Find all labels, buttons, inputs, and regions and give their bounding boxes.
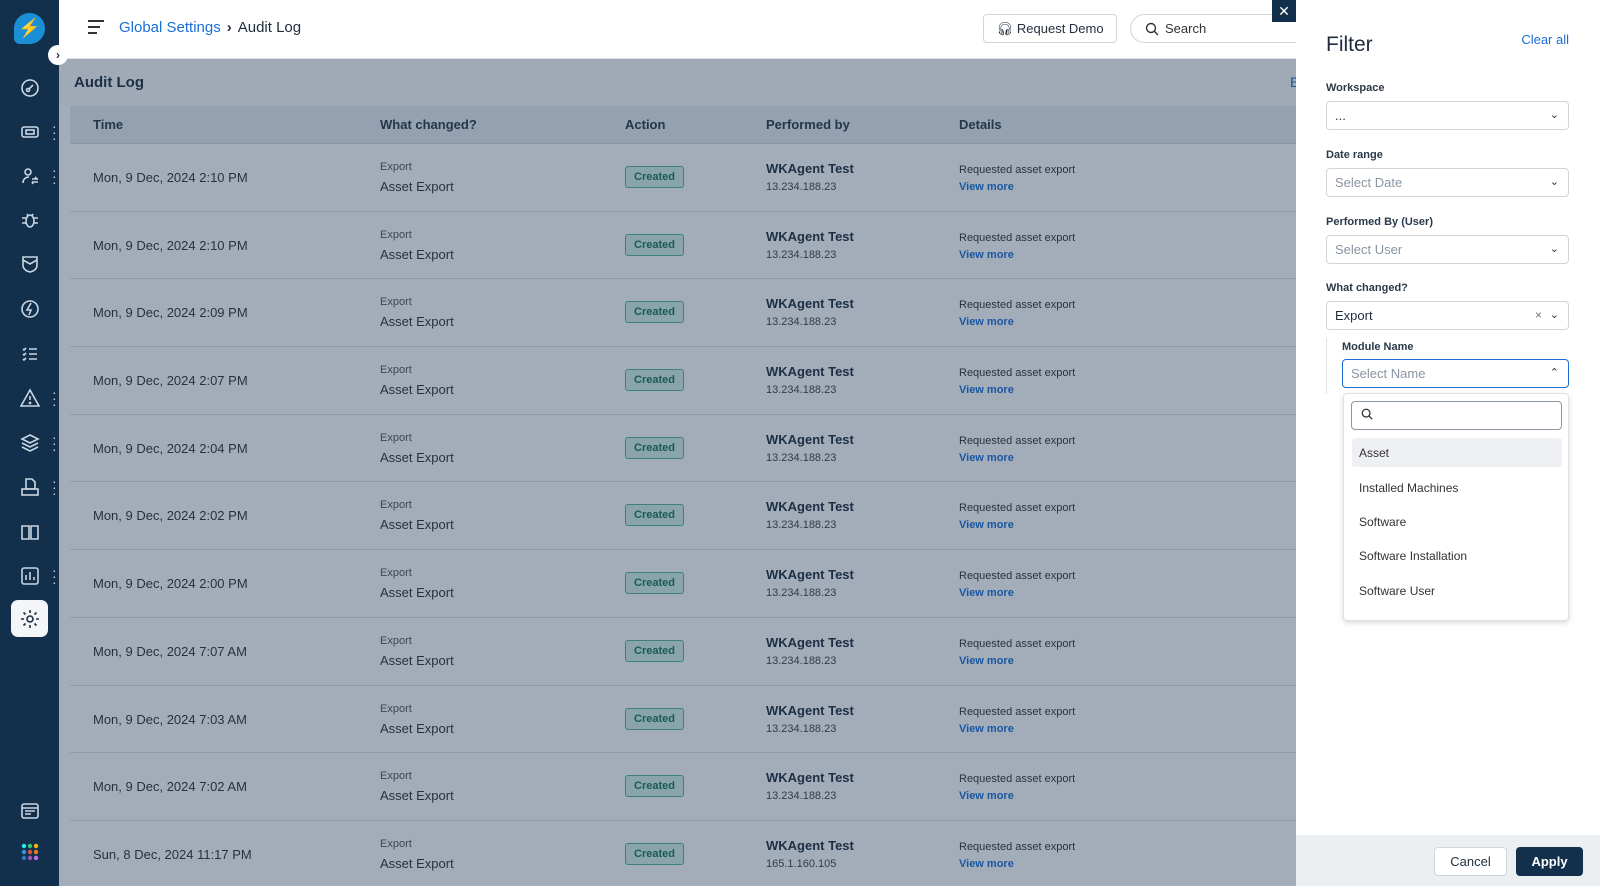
option-software-installation[interactable]: Software Installation — [1352, 541, 1562, 570]
filter-footer: Cancel Apply — [1296, 835, 1600, 886]
shield-icon — [22, 256, 38, 273]
layers-icon — [20, 434, 40, 452]
sidebar-item-user-transfer[interactable]: · · · — [14, 160, 57, 192]
request-demo-label: Request Demo — [1016, 21, 1104, 36]
apps-grid-icon — [21, 843, 39, 861]
clear-icon[interactable]: × — [1535, 308, 1542, 322]
option-asset[interactable]: Asset — [1352, 438, 1562, 467]
ticket-icon — [21, 126, 39, 138]
sidebar-item-printer[interactable]: · · · — [14, 471, 57, 503]
option-software[interactable]: Software — [1352, 507, 1562, 536]
what-changed-label: What changed? — [1326, 282, 1408, 294]
headset-icon: 🎧︎ — [996, 20, 1013, 36]
breadcrumb-separator: › — [226, 19, 232, 36]
workspace-select[interactable]: ... ⌄ — [1326, 101, 1569, 130]
breadcrumb-global-settings[interactable]: Global Settings — [119, 19, 221, 36]
chart-icon — [21, 567, 39, 585]
apply-button[interactable]: Apply — [1516, 847, 1583, 876]
cancel-button[interactable]: Cancel — [1434, 847, 1507, 876]
sidebar-item-chart[interactable]: · · · — [14, 560, 57, 592]
module-name-placeholder: Select Name — [1351, 366, 1426, 381]
checklist-icon — [22, 347, 37, 362]
more-options-icon[interactable]: · · · — [52, 563, 57, 589]
date-range-select[interactable]: Select Date ⌄ — [1326, 168, 1569, 197]
what-changed-select[interactable]: Export × ⌄ — [1326, 301, 1569, 330]
module-name-dropdown: Asset Installed Machines Software Softwa… — [1343, 393, 1569, 621]
chevron-down-icon: ⌄ — [1549, 109, 1559, 121]
performed-by-select[interactable]: Select User ⌄ — [1326, 235, 1569, 264]
filter-panel: Filter Clear all Workspace ... ⌄ Date ran… — [1296, 0, 1600, 886]
search-icon — [1145, 22, 1159, 35]
date-range-placeholder: Select Date — [1335, 175, 1403, 190]
sidebar-item-apps-grid[interactable] — [14, 836, 46, 868]
app-logo[interactable]: ⚡ — [14, 13, 45, 44]
browser-icon — [21, 803, 39, 819]
sidebar-item-layers[interactable]: · · · — [14, 427, 57, 459]
close-filter-button[interactable]: ✕ — [1272, 0, 1296, 22]
sidebar-item-dashboard[interactable] — [14, 72, 46, 104]
sidebar-item-lightning[interactable] — [14, 293, 46, 325]
user-transfer-icon — [22, 168, 38, 185]
workspace-value: ... — [1335, 108, 1346, 123]
more-options-icon[interactable]: · · · — [52, 163, 57, 189]
sidebar-item-bug[interactable] — [14, 204, 46, 236]
menu-icon[interactable] — [88, 20, 104, 38]
chevron-up-icon: ⌃ — [1549, 367, 1559, 379]
alert-icon — [20, 388, 40, 407]
performed-by-placeholder: Select User — [1335, 242, 1403, 257]
lightning-icon — [21, 300, 39, 318]
printer-icon — [21, 478, 39, 496]
sidebar-item-settings[interactable] — [11, 600, 48, 637]
chevron-down-icon: ⌄ — [1549, 309, 1559, 321]
bug-icon — [22, 213, 38, 228]
dropdown-search-input[interactable] — [1351, 401, 1562, 430]
dashboard-icon — [21, 79, 39, 97]
more-options-icon[interactable]: · · · — [52, 430, 57, 456]
more-options-icon[interactable]: · · · — [52, 119, 57, 145]
module-name-select[interactable]: Select Name ⌃ — [1342, 359, 1569, 388]
nested-divider — [1326, 338, 1327, 394]
date-range-label: Date range — [1326, 149, 1383, 161]
chevron-down-icon: ⌄ — [1549, 243, 1559, 255]
workspace-label: Workspace — [1326, 82, 1385, 94]
filter-title: Filter — [1326, 33, 1373, 56]
option-installed-machines[interactable]: Installed Machines — [1352, 473, 1562, 502]
sidebar-item-browser[interactable] — [14, 795, 46, 827]
search-placeholder: Search — [1165, 21, 1207, 36]
sidebar-item-alert[interactable]: · · · — [14, 382, 57, 414]
request-demo-button[interactable]: 🎧︎ Request Demo — [983, 14, 1117, 43]
sidebar-item-ticket[interactable]: · · · — [14, 116, 57, 148]
option-software-user[interactable]: Software User — [1352, 576, 1562, 605]
sidebar-item-shield[interactable] — [14, 248, 46, 280]
modal-backdrop[interactable] — [59, 59, 1296, 886]
what-changed-value: Export — [1335, 308, 1373, 323]
expand-sidebar-button[interactable]: › — [48, 45, 68, 65]
search-icon — [1361, 408, 1373, 420]
breadcrumb-current: Audit Log — [237, 19, 302, 36]
breadcrumb: Global Settings › Audit Log — [119, 19, 301, 36]
sidebar-item-book[interactable] — [14, 516, 46, 548]
performed-by-label: Performed By (User) — [1326, 216, 1433, 228]
book-icon — [21, 525, 39, 540]
chevron-down-icon: ⌄ — [1549, 176, 1559, 188]
sidebar: ⚡ · · · · · · · · · · · · · · · · · · — [0, 0, 59, 886]
sidebar-item-checklist[interactable] — [14, 338, 46, 370]
more-options-icon[interactable]: · · · — [52, 474, 57, 500]
module-name-label: Module Name — [1342, 341, 1414, 353]
clear-all-link[interactable]: Clear all — [1521, 32, 1569, 47]
settings-icon — [20, 609, 39, 628]
more-options-icon[interactable]: · · · — [52, 385, 57, 411]
